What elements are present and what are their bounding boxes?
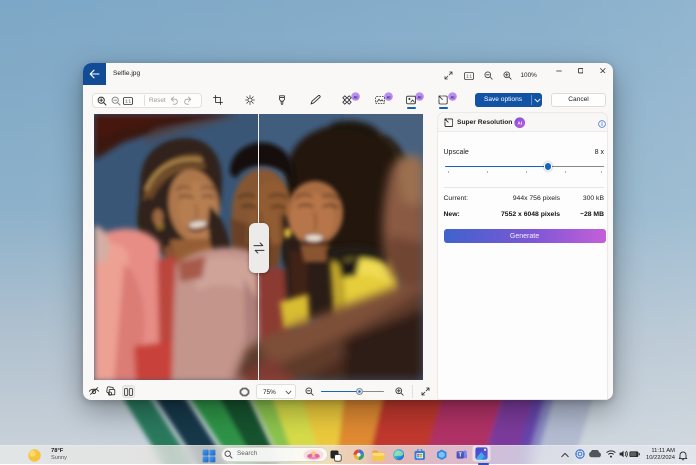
svg-text:AI: AI [450, 94, 454, 99]
svg-text:1:1: 1:1 [125, 98, 131, 103]
svg-text:T: T [458, 453, 462, 459]
svg-text:AI: AI [418, 94, 422, 99]
svg-text:AI: AI [387, 94, 391, 99]
svg-text:AI: AI [518, 121, 522, 126]
svg-text:AI: AI [354, 94, 358, 99]
svg-text:1:1: 1:1 [466, 73, 472, 78]
